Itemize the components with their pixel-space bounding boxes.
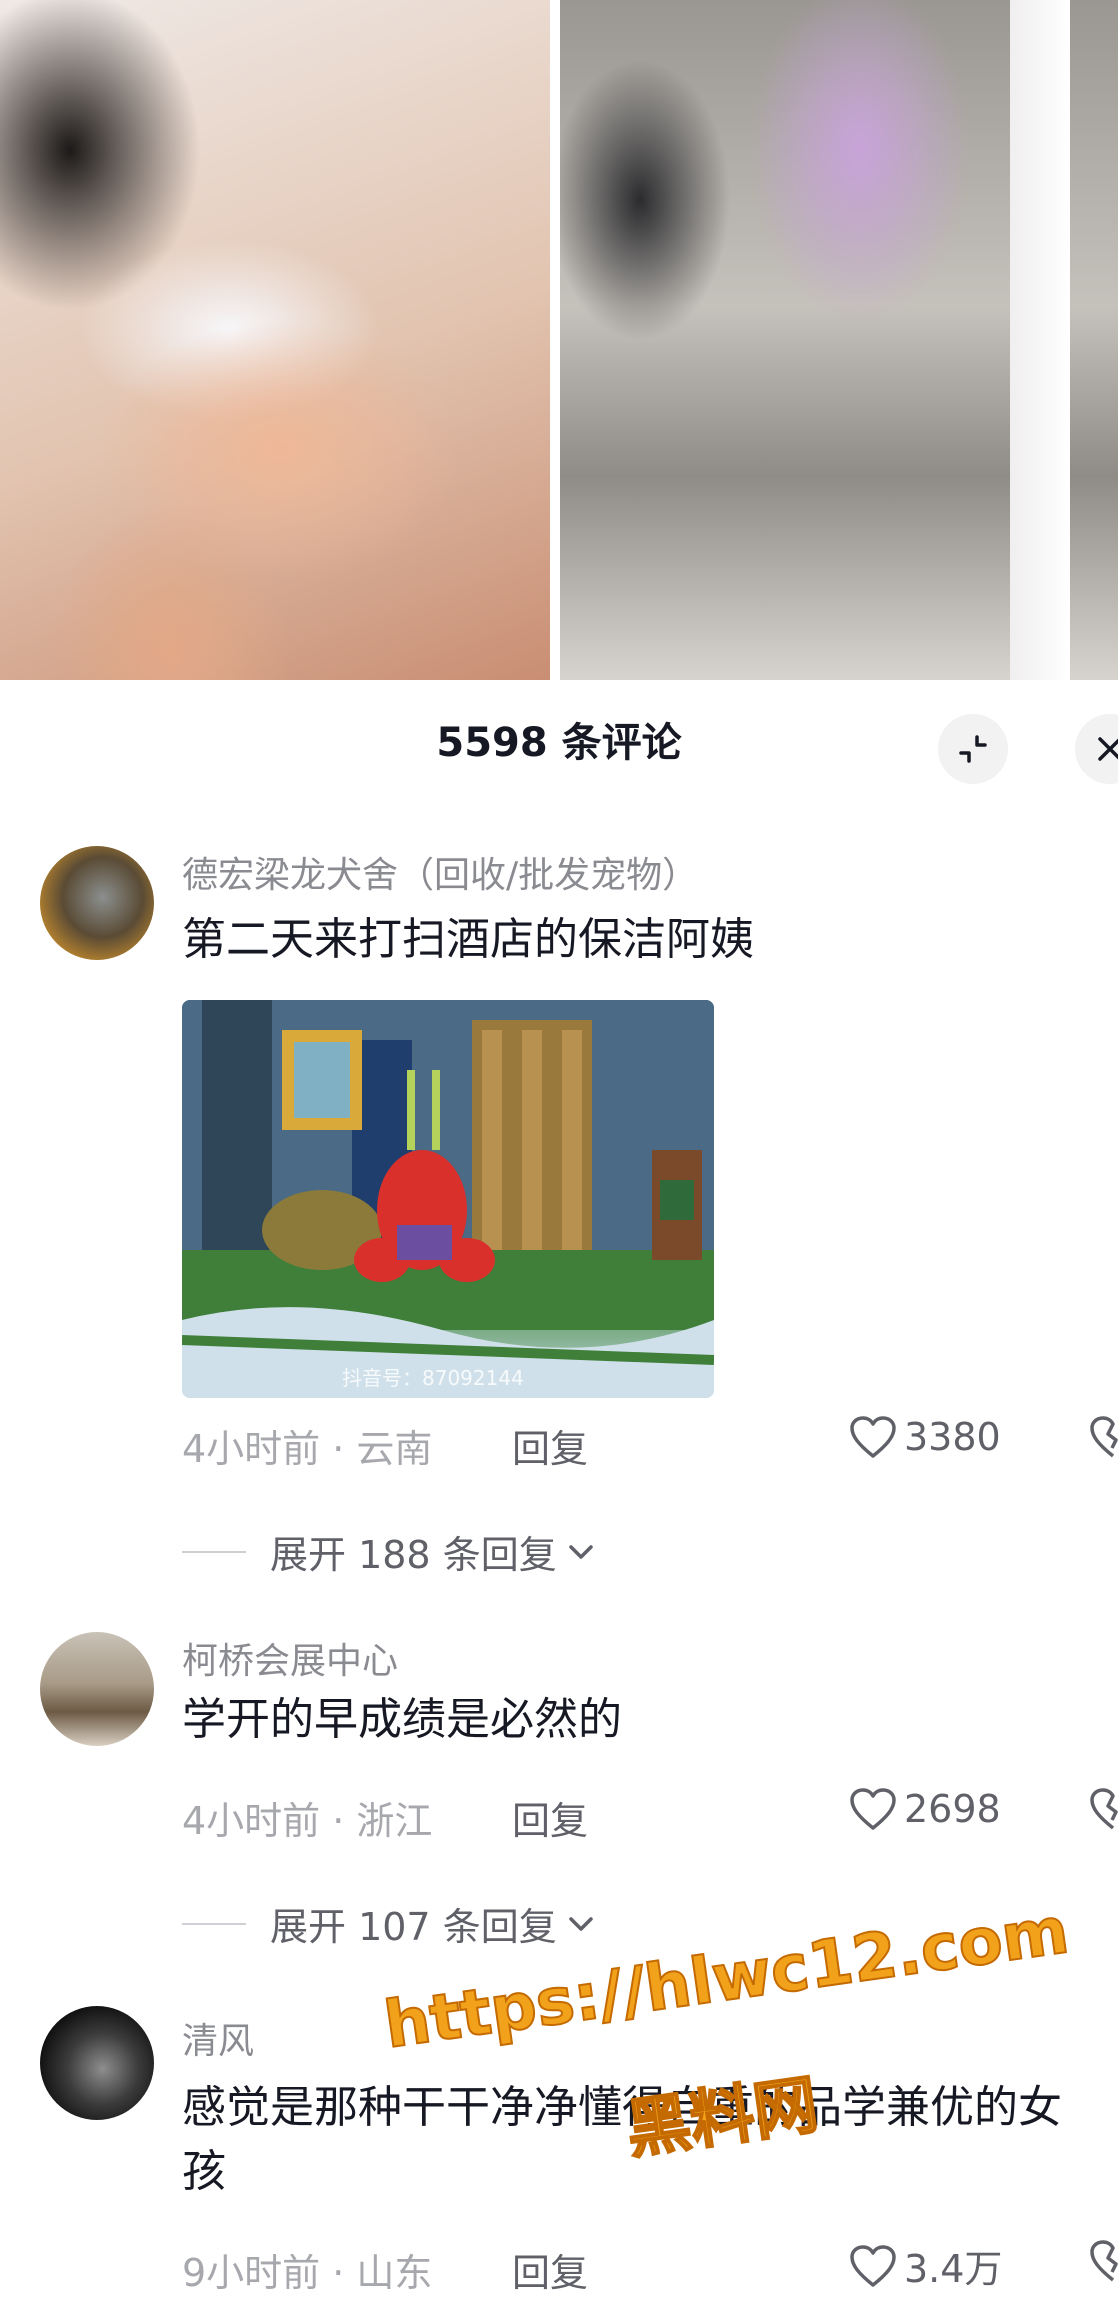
comment-username[interactable]: 清风 xyxy=(182,2012,254,2064)
expand-replies[interactable]: 展开 188 条回复 xyxy=(182,1524,599,1579)
dislike-button[interactable] xyxy=(1088,2238,1118,2288)
video-preview-strip xyxy=(0,0,1118,680)
heart-icon xyxy=(850,2244,896,2287)
dislike-button[interactable] xyxy=(1088,1414,1118,1464)
cartoon-crab-illustration xyxy=(182,1000,714,1398)
broken-heart-icon xyxy=(1090,1788,1118,1830)
reply-button[interactable]: 回复 xyxy=(512,1790,588,1845)
comment-time-location: 4小时前 · 云南 xyxy=(182,1427,433,1471)
comment-text: 学开的早成绩是必然的 xyxy=(182,1694,622,1745)
expand-divider xyxy=(182,1922,246,1925)
like-button[interactable]: 2698 xyxy=(848,1786,1001,1832)
comment-time-location: 4小时前 · 浙江 xyxy=(182,1799,433,1843)
reply-button[interactable]: 回复 xyxy=(512,2242,588,2297)
video-thumbnail-left[interactable] xyxy=(0,0,550,680)
close-icon xyxy=(1098,737,1118,761)
heart-icon xyxy=(850,1788,896,1830)
comment-time-location: 9小时前 · 山东 xyxy=(182,2251,433,2295)
avatar[interactable] xyxy=(40,846,154,960)
comment-username[interactable]: 柯桥会展中心 xyxy=(182,1632,398,1684)
chevron-down-icon xyxy=(568,1916,593,1931)
avatar[interactable] xyxy=(40,1632,154,1746)
like-count: 3.4万 xyxy=(904,2247,1003,2291)
expand-replies[interactable]: 展开 107 条回复 xyxy=(182,1896,599,1951)
comment-username[interactable]: 德宏梁龙犬舍（回收/批发宠物） xyxy=(182,846,698,898)
comment-image[interactable]: 抖音号：87092144 xyxy=(182,1000,714,1398)
expand-replies-label: 展开 107 条回复 xyxy=(270,1905,557,1949)
video-divider xyxy=(550,0,560,680)
collapse-icon xyxy=(959,735,987,763)
chevron-down-icon xyxy=(568,1544,593,1559)
image-caption: 抖音号：87092144 xyxy=(342,1366,524,1390)
like-count: 3380 xyxy=(904,1415,1001,1459)
expand-replies-label: 展开 188 条回复 xyxy=(270,1533,557,1577)
heart-icon xyxy=(850,1416,896,1458)
collapse-button[interactable] xyxy=(938,714,1008,784)
video-right-edge xyxy=(1010,0,1070,680)
video-thumbnail-right[interactable] xyxy=(560,0,1118,680)
like-count: 2698 xyxy=(904,1787,1001,1831)
like-button[interactable]: 3380 xyxy=(848,1414,1001,1460)
broken-heart-icon xyxy=(1090,2240,1118,2282)
like-button[interactable]: 3.4万 xyxy=(848,2238,1002,2293)
avatar[interactable] xyxy=(40,2006,154,2120)
broken-heart-icon xyxy=(1090,1416,1118,1458)
comment-text: 第二天来打扫酒店的保洁阿姨 xyxy=(182,914,754,965)
reply-button[interactable]: 回复 xyxy=(512,1418,588,1473)
dislike-button[interactable] xyxy=(1088,1786,1118,1836)
expand-divider xyxy=(182,1550,246,1553)
